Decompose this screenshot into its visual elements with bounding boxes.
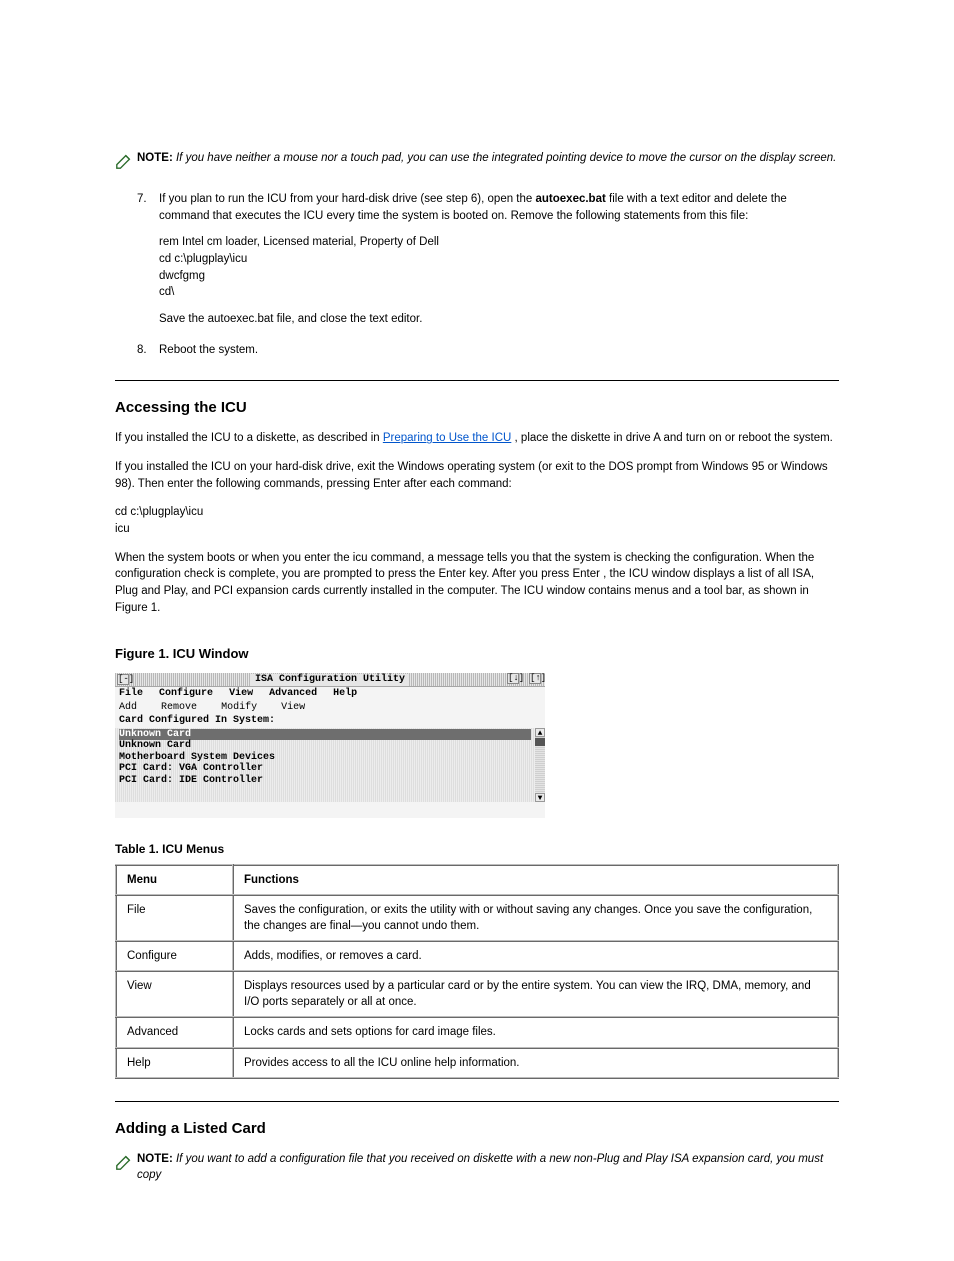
figure-caption: Figure 1. ICU Window xyxy=(115,646,839,661)
window-title: ISA Configuration Utility xyxy=(251,674,409,686)
note-body: If you have neither a mouse nor a touch … xyxy=(176,152,836,164)
code-line: cd\ xyxy=(159,284,839,301)
tui-titlebar: [-] ISA Configuration Utility [↓] [↑] xyxy=(115,673,545,687)
menu-view[interactable]: View xyxy=(229,688,253,699)
link-preparing-icu[interactable]: Preparing to Use the ICU xyxy=(383,432,511,444)
step7-code: rem Intel cm loader, Licensed material, … xyxy=(159,234,839,301)
scroll-up-icon[interactable]: ▲ xyxy=(535,728,545,737)
list-item[interactable]: PCI Card: IDE Controller xyxy=(119,775,545,787)
accessing-p2: If you installed the ICU on your hard-di… xyxy=(115,459,839,492)
step-7: 7. If you plan to run the ICU from your … xyxy=(137,191,839,328)
window-arrow-up-icon[interactable]: [↑] xyxy=(529,673,541,684)
code-line: rem Intel cm loader, Licensed material, … xyxy=(159,234,839,251)
tui-toolbar: Add Remove Modify View xyxy=(115,701,545,715)
table-row: Advanced Locks cards and sets options fo… xyxy=(116,1017,838,1047)
tool-modify[interactable]: Modify xyxy=(221,702,257,713)
p3-pre: When the system boots or when you enter … xyxy=(115,552,353,564)
note-text: NOTE: If you have neither a mouse nor a … xyxy=(137,150,836,166)
table-row: File Saves the configuration, or exits t… xyxy=(116,895,838,941)
td-func: Saves the configuration, or exits the ut… xyxy=(233,895,838,941)
step7-tail: Remove the following statements from thi… xyxy=(511,210,749,222)
note-text: NOTE: If you want to add a configuration… xyxy=(137,1151,839,1183)
step-body: Reboot the system. xyxy=(159,342,839,359)
cmd-line: icu xyxy=(115,523,130,535)
p1-pre: If you installed the ICU to a diskette, … xyxy=(115,432,383,444)
th-menu: Menu xyxy=(116,865,233,895)
step7-lead: If you plan to run the ICU from your har… xyxy=(159,193,532,205)
window-close-box[interactable]: [-] xyxy=(117,674,129,685)
menu-configure[interactable]: Configure xyxy=(159,688,213,699)
td-menu: View xyxy=(116,971,233,1017)
step-8: 8. Reboot the system. xyxy=(137,342,839,359)
note-label: NOTE: xyxy=(137,1153,173,1165)
td-func: Adds, modifies, or removes a card. xyxy=(233,941,838,971)
tui-scrollbar[interactable]: ▲ ▼ xyxy=(535,728,545,802)
p1-post: , place the diskette in drive A and turn… xyxy=(515,432,833,444)
icu-menus-table: Menu Functions File Saves the configurat… xyxy=(115,864,839,1079)
td-menu: File xyxy=(116,895,233,941)
tui-menubar: File Configure View Advanced Help xyxy=(115,687,545,701)
step-number: 8. xyxy=(137,342,159,359)
table-row: View Displays resources used by a partic… xyxy=(116,971,838,1017)
note-block-adding: NOTE: If you want to add a configuration… xyxy=(115,1151,839,1183)
note-pencil-icon xyxy=(115,152,137,173)
accessing-p1: If you installed the ICU to a diskette, … xyxy=(115,430,839,447)
td-menu: Configure xyxy=(116,941,233,971)
td-menu: Advanced xyxy=(116,1017,233,1047)
menu-file[interactable]: File xyxy=(119,688,143,699)
window-arrow-down-icon[interactable]: [↓] xyxy=(507,673,519,684)
figure-icu-window: [-] ISA Configuration Utility [↓] [↑] Fi… xyxy=(115,673,839,818)
scroll-down-icon[interactable]: ▼ xyxy=(535,793,545,802)
tui-statusbar xyxy=(115,802,545,818)
step7-after: Save the autoexec.bat file, and close th… xyxy=(159,311,839,328)
note-label: NOTE: xyxy=(137,152,173,164)
list-item[interactable]: Unknown Card xyxy=(119,740,545,752)
scroll-thumb[interactable] xyxy=(535,738,545,746)
table-caption: Table 1. ICU Menus xyxy=(115,842,839,856)
tui-listbox[interactable]: Unknown Card Unknown Card Motherboard Sy… xyxy=(115,728,545,802)
accessing-p3: When the system boots or when you enter … xyxy=(115,550,839,617)
tool-remove[interactable]: Remove xyxy=(161,702,197,713)
note-pencil-icon xyxy=(115,1153,137,1174)
heading-accessing: Accessing the ICU xyxy=(115,399,839,416)
divider xyxy=(115,1101,839,1102)
list-item-selected[interactable]: Unknown Card xyxy=(119,729,531,741)
tui-window: [-] ISA Configuration Utility [↓] [↑] Fi… xyxy=(115,673,545,818)
note-block: NOTE: If you have neither a mouse nor a … xyxy=(115,150,839,173)
code-line: cd c:\plugplay\icu xyxy=(159,251,839,268)
table-header-row: Menu Functions xyxy=(116,865,838,895)
td-func: Provides access to all the ICU online he… xyxy=(233,1048,838,1078)
divider xyxy=(115,380,839,381)
th-functions: Functions xyxy=(233,865,838,895)
heading-adding: Adding a Listed Card xyxy=(115,1120,839,1137)
menu-advanced[interactable]: Advanced xyxy=(269,688,317,699)
code-line: dwcfgmg xyxy=(159,268,839,285)
step-body: If you plan to run the ICU from your har… xyxy=(159,191,839,328)
step7-file: autoexec.bat xyxy=(536,193,606,205)
list-item[interactable]: Motherboard System Devices xyxy=(119,752,545,764)
tui-section-label: Card Configured In System: xyxy=(115,714,545,728)
td-func: Locks cards and sets options for card im… xyxy=(233,1017,838,1047)
page: NOTE: If you have neither a mouse nor a … xyxy=(0,0,954,1261)
window-size-boxes: [↓] [↑] xyxy=(505,673,543,685)
menu-help[interactable]: Help xyxy=(333,688,357,699)
cmd-line: cd c:\plugplay\icu xyxy=(115,506,203,518)
note-body: If you want to add a configuration file … xyxy=(137,1153,823,1181)
p3-enter: Enter xyxy=(572,568,600,580)
list-item[interactable]: PCI Card: VGA Controller xyxy=(119,763,545,775)
step-number: 7. xyxy=(137,191,159,328)
td-menu: Help xyxy=(116,1048,233,1078)
accessing-cmds: cd c:\plugplay\icu icu xyxy=(115,504,839,537)
td-func: Displays resources used by a particular … xyxy=(233,971,838,1017)
table-row: Configure Adds, modifies, or removes a c… xyxy=(116,941,838,971)
tool-view[interactable]: View xyxy=(281,702,305,713)
p3-cmd: icu xyxy=(353,552,368,564)
table-row: Help Provides access to all the ICU onli… xyxy=(116,1048,838,1078)
tool-add[interactable]: Add xyxy=(119,702,137,713)
